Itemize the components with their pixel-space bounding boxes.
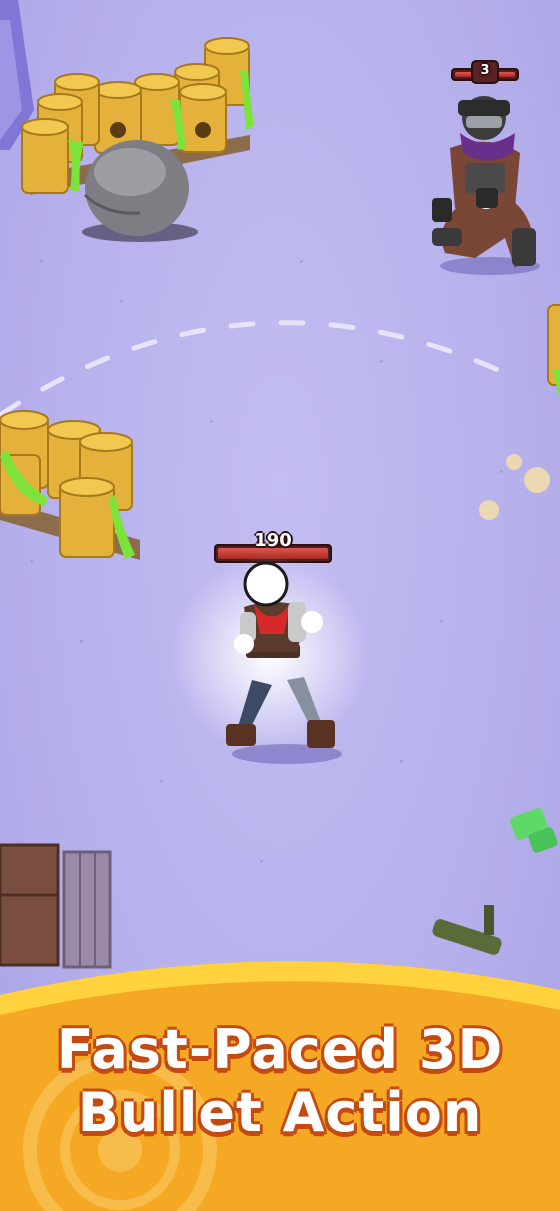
range-arc bbox=[0, 320, 523, 418]
enemy-level-text: 3 bbox=[480, 63, 490, 78]
game-arena[interactable]: 3 190 Fast-Paced 3D Bullet Action bbox=[0, 0, 560, 1211]
enemy-soldier-icon[interactable] bbox=[420, 88, 545, 278]
player-health-text: 190 bbox=[254, 530, 292, 551]
promo-headline-line1: Fast-Paced 3D bbox=[56, 1018, 504, 1081]
muzzle-flash bbox=[479, 454, 550, 520]
toxic-barrel-icon bbox=[0, 410, 140, 560]
toxic-barrel-icon bbox=[547, 304, 560, 395]
enemy-level-badge: 3 bbox=[471, 60, 499, 84]
player-character-icon[interactable] bbox=[212, 562, 352, 767]
promo-headline: Fast-Paced 3D Bullet Action bbox=[0, 1020, 560, 1143]
green-pickup bbox=[510, 808, 558, 853]
promo-headline-line2: Bullet Action bbox=[77, 1081, 483, 1145]
